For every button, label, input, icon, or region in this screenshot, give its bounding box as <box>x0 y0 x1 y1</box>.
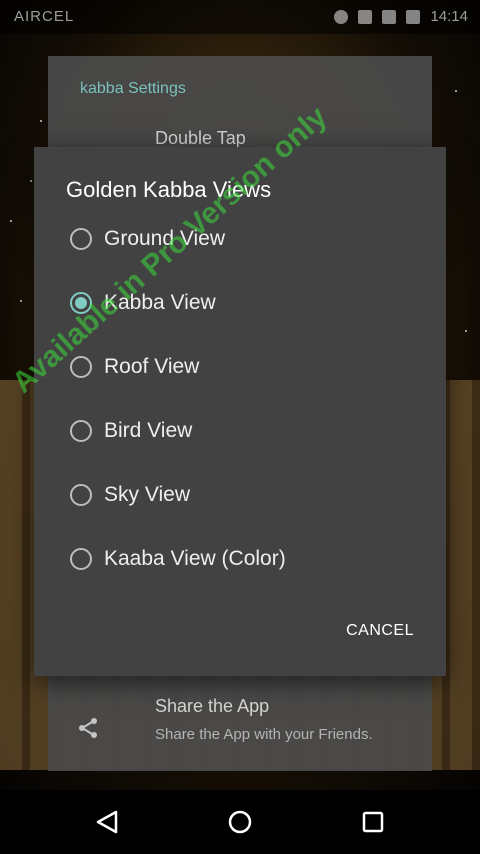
views-dialog: Golden Kabba Views Ground View Kabba Vie… <box>34 147 446 676</box>
share-app-title[interactable]: Share the App <box>155 696 269 717</box>
option-label: Sky View <box>104 483 190 506</box>
recents-icon[interactable] <box>357 806 389 838</box>
option-label: Roof View <box>104 355 200 378</box>
carrier-label: AIRCEL <box>14 8 75 25</box>
share-icon <box>79 718 97 738</box>
option-sky-view[interactable]: Sky View <box>70 475 190 515</box>
radio-button[interactable] <box>70 228 92 250</box>
battery-icon <box>406 10 421 25</box>
radio-button[interactable] <box>70 548 92 570</box>
option-label: Bird View <box>104 419 193 442</box>
back-icon[interactable] <box>92 806 124 838</box>
cancel-button[interactable]: CANCEL <box>346 622 414 640</box>
radio-button[interactable] <box>70 484 92 506</box>
clock-time: 14:14 <box>430 8 468 25</box>
signal-icon <box>382 10 397 25</box>
settings-title: kabba Settings <box>80 80 186 97</box>
option-kaaba-color-view[interactable]: Kaaba View (Color) <box>70 539 286 579</box>
status-bar: AIRCEL 14:14 <box>0 0 480 34</box>
radio-button[interactable] <box>70 420 92 442</box>
alarm-icon <box>333 10 348 25</box>
share-app-subtitle: Share the App with your Friends. <box>155 726 373 743</box>
option-roof-view[interactable]: Roof View <box>70 347 199 387</box>
double-tap-setting[interactable]: Double Tap <box>155 128 246 149</box>
option-label: Kaaba View (Color) <box>104 547 286 570</box>
home-icon[interactable] <box>224 806 256 838</box>
navigation-bar <box>0 790 480 854</box>
wifi-icon <box>357 10 372 25</box>
status-icons: 14:14 <box>328 8 468 25</box>
option-bird-view[interactable]: Bird View <box>70 411 192 451</box>
